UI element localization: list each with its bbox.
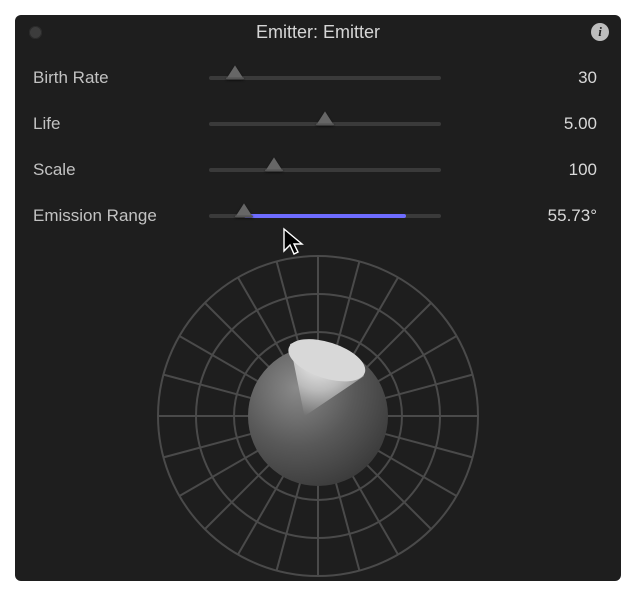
param-label: Scale	[33, 160, 209, 180]
slider-track	[209, 168, 441, 172]
slider-thumb[interactable]	[226, 65, 244, 79]
titlebar: Emitter: Emitter i	[15, 15, 621, 49]
slider-track	[209, 76, 441, 80]
param-scale: Scale 100	[15, 147, 621, 193]
scale-slider[interactable]	[209, 160, 441, 180]
slider-thumb[interactable]	[235, 203, 253, 217]
param-birth-rate: Birth Rate 30	[15, 55, 621, 101]
parameter-list: Birth Rate 30 Life 5.00 Scale 100 E	[15, 49, 621, 239]
emission-dial-graphic	[153, 251, 483, 581]
info-icon: i	[598, 25, 602, 39]
hud-panel: Emitter: Emitter i Birth Rate 30 Life 5.…	[15, 15, 621, 581]
slider-thumb[interactable]	[316, 111, 334, 125]
close-window-button[interactable]	[29, 26, 42, 39]
param-life: Life 5.00	[15, 101, 621, 147]
emission-dial[interactable]	[153, 251, 483, 581]
life-slider[interactable]	[209, 114, 441, 134]
param-label: Birth Rate	[33, 68, 209, 88]
param-emission-range: Emission Range 55.73°	[15, 193, 621, 239]
info-button[interactable]: i	[591, 23, 609, 41]
life-value[interactable]: 5.00	[441, 114, 603, 134]
param-label: Life	[33, 114, 209, 134]
emission-range-slider[interactable]	[209, 206, 441, 226]
scale-value[interactable]: 100	[441, 160, 603, 180]
param-label: Emission Range	[33, 206, 209, 226]
emission-range-value[interactable]: 55.73°	[441, 206, 603, 226]
slider-thumb[interactable]	[265, 157, 283, 171]
birth-rate-slider[interactable]	[209, 68, 441, 88]
birth-rate-value[interactable]: 30	[441, 68, 603, 88]
slider-fill	[244, 214, 406, 218]
panel-title: Emitter: Emitter	[15, 22, 621, 43]
